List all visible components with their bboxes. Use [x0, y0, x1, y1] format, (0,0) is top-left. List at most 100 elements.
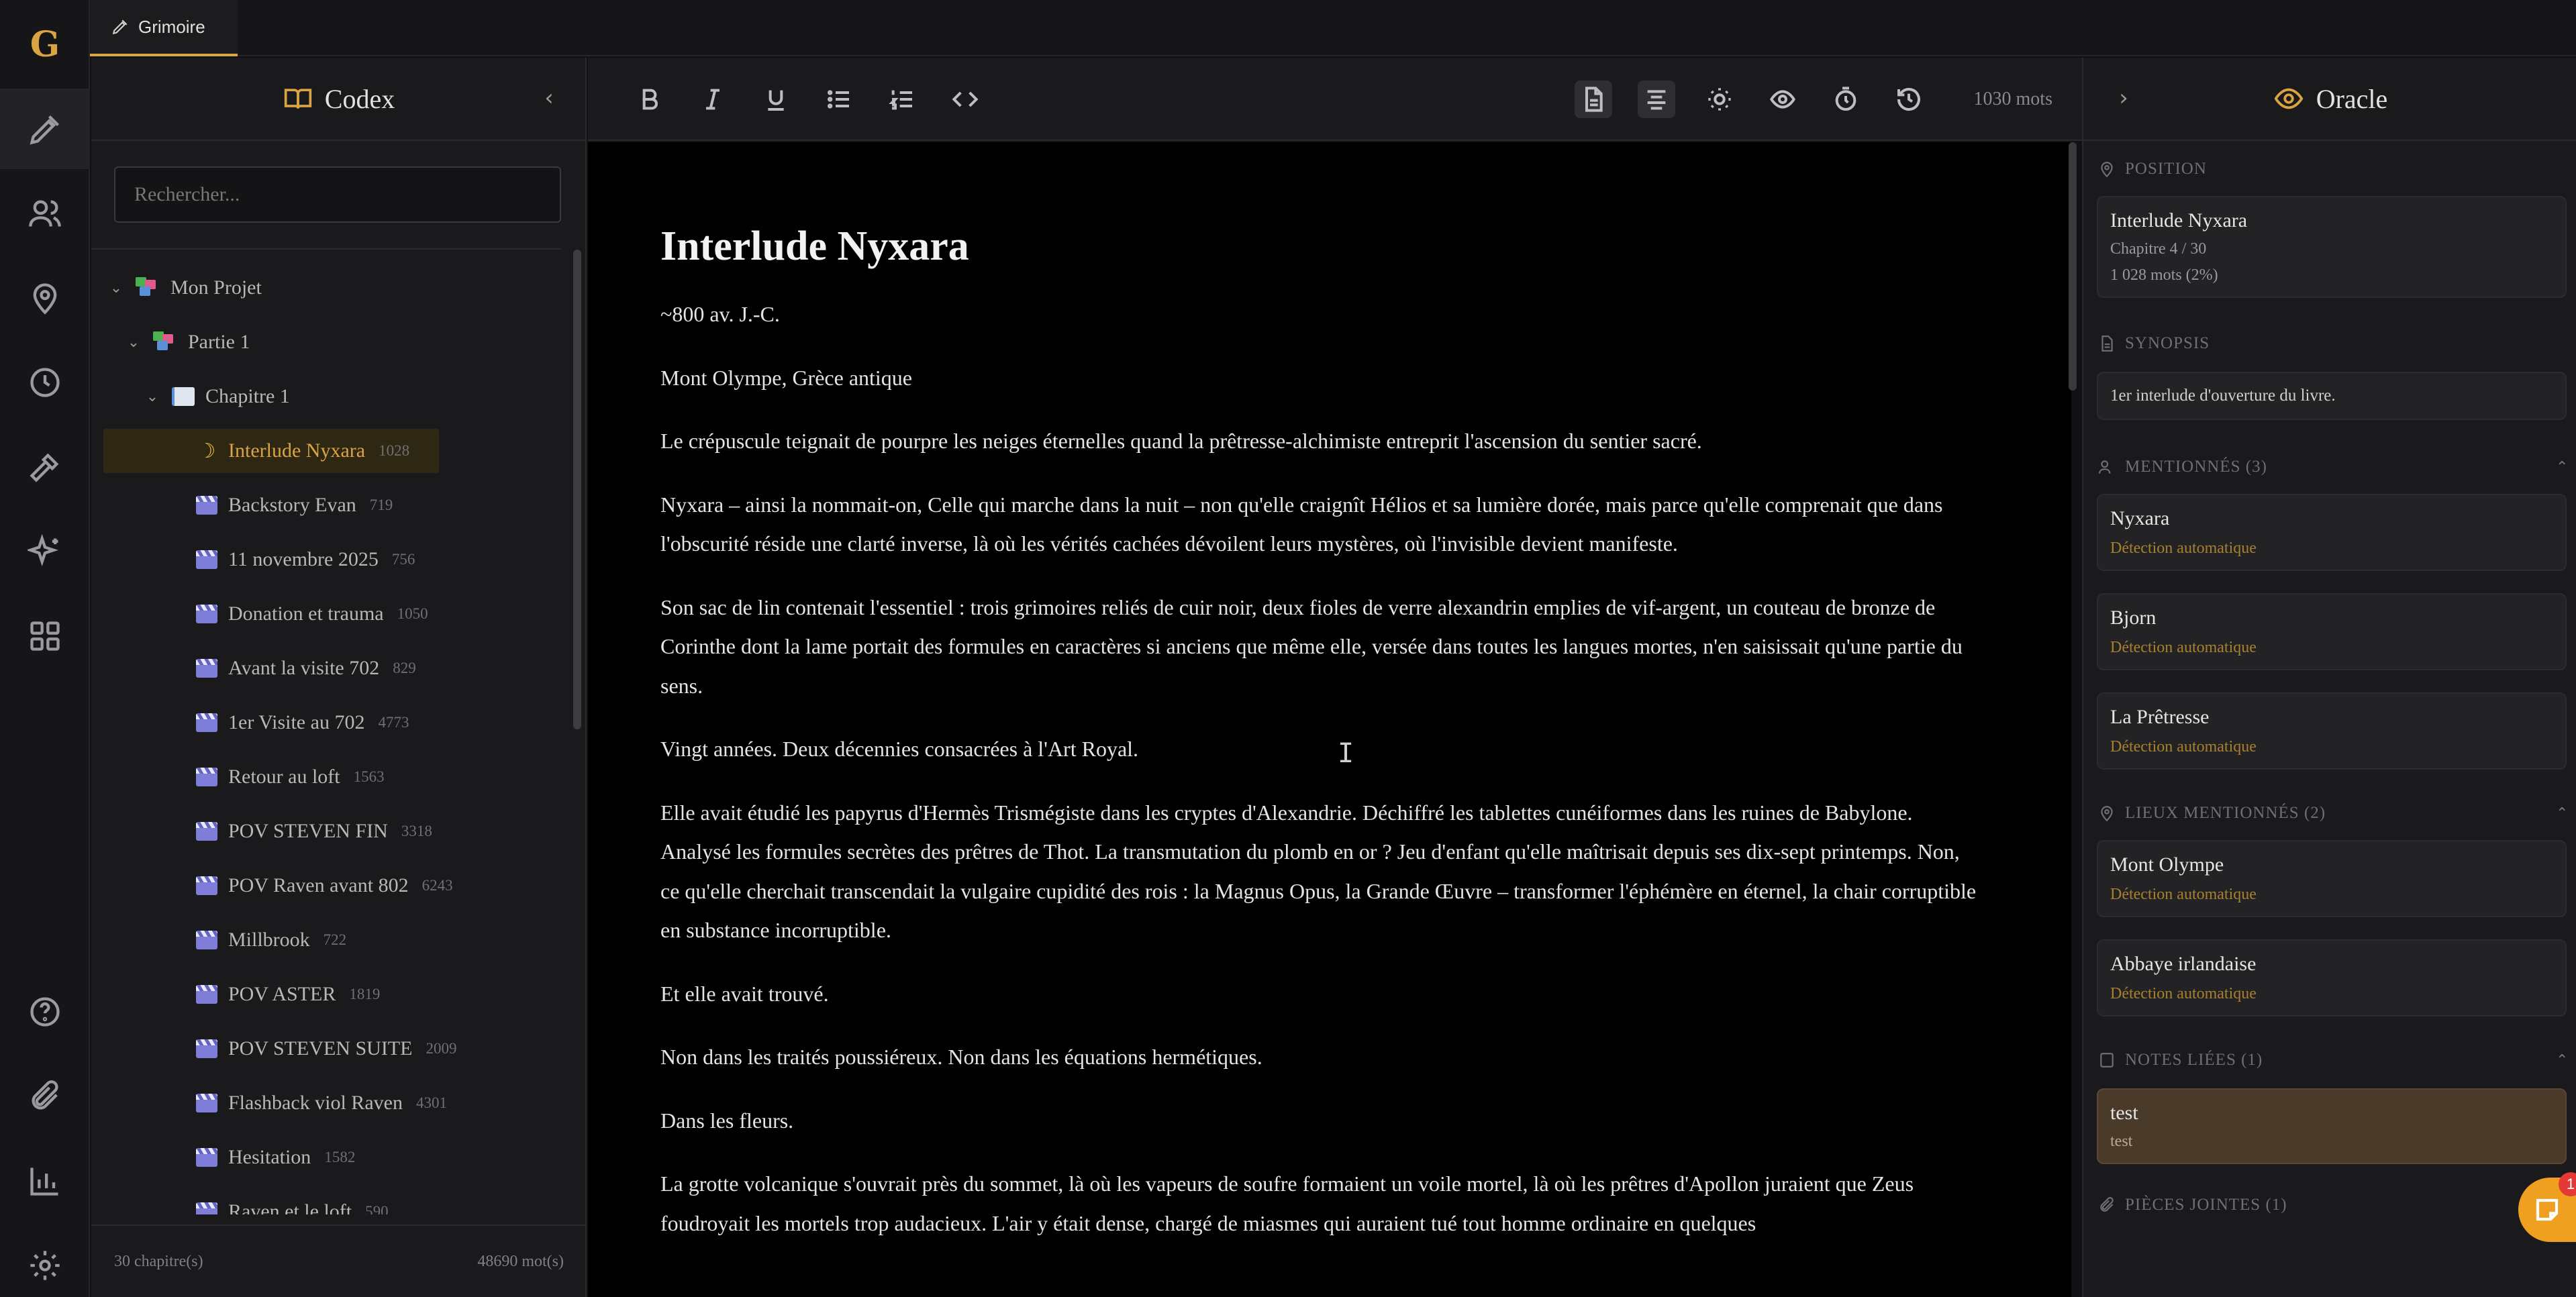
tree-item-scene[interactable]: 11 novembre 2025 756	[196, 537, 415, 582]
word-count: 4301	[415, 1094, 447, 1111]
app-logo[interactable]: G	[0, 0, 90, 90]
note-body: test	[2110, 1133, 2133, 1150]
place-card[interactable]: Mont Olympe Détection automatique	[2097, 840, 2567, 917]
paragraph[interactable]: La grotte volcanique s'ouvrait près du s…	[660, 1164, 1983, 1243]
paragraph[interactable]: Non dans les traités poussiéreux. Non da…	[660, 1037, 1983, 1077]
attachments-nav-button[interactable]	[25, 1076, 65, 1117]
paragraph[interactable]: ~800 av. J.-C.	[660, 295, 1983, 334]
document-title[interactable]: Interlude Nyxara	[660, 223, 1983, 270]
tree-item-scene[interactable]: Millbrook 722	[196, 918, 346, 962]
theme-toggle-button[interactable]	[1701, 81, 1738, 118]
tab-bar: Grimoire	[90, 0, 2576, 56]
stats-nav-button[interactable]	[25, 1161, 65, 1201]
tree-item-scene[interactable]: Donation et trauma 1050	[196, 592, 428, 636]
section-label: LIEUX MENTIONNÉS (2)	[2125, 804, 2326, 822]
hammer-icon	[30, 453, 59, 482]
mention-card[interactable]: La Prêtresse Détection automatique	[2097, 692, 2567, 770]
tree-item-scene[interactable]: POV STEVEN SUITE 2009	[196, 1027, 456, 1071]
collapse-oracle-button[interactable]: ›	[2110, 85, 2137, 111]
place-card[interactable]: Abbaye irlandaise Détection automatique	[2097, 939, 2567, 1017]
places-section-header[interactable]: LIEUX MENTIONNÉS (2) ⌃	[2098, 804, 2568, 823]
users-icon	[2099, 460, 2111, 474]
moon-icon: ☽	[197, 439, 216, 463]
tree-item-project[interactable]: ⌄ Mon Projet	[102, 266, 545, 310]
position-name: Interlude Nyxara	[2110, 209, 2248, 231]
tab-label: Grimoire	[138, 16, 205, 37]
preview-button[interactable]	[1764, 81, 1801, 118]
book-open-icon	[284, 89, 311, 109]
timer-button[interactable]	[1827, 81, 1865, 118]
place-detail: Détection automatique	[2110, 886, 2257, 903]
clapperboard-icon	[196, 550, 217, 569]
editor-scrollbar[interactable]	[2069, 142, 2077, 391]
tree-item-scene[interactable]: Hesitation 1582	[196, 1135, 355, 1180]
editor-canvas[interactable]: Interlude Nyxara ~800 av. J.-C. Mont Oly…	[588, 142, 2071, 1297]
tree-item-scene[interactable]: 1er Visite au 702 4773	[196, 701, 409, 745]
code-button[interactable]	[946, 81, 984, 118]
tools-nav-button[interactable]	[25, 447, 65, 487]
characters-nav-button[interactable]	[25, 193, 65, 234]
bullet-list-button[interactable]	[820, 81, 858, 118]
paragraph[interactable]: Et elle avait trouvé.	[660, 974, 1983, 1014]
tree-item-scene[interactable]: POV STEVEN FIN 3318	[196, 809, 432, 853]
settings-nav-button[interactable]	[25, 1245, 65, 1286]
tree-item-label: Retour au loft	[228, 766, 340, 788]
tree-item-chapter[interactable]: ⌄ Chapitre 1	[138, 374, 545, 419]
paragraph[interactable]: Le crépuscule teignait de pourpre les ne…	[660, 421, 1983, 461]
tree-item-scene[interactable]: POV ASTER 1819	[196, 972, 380, 1017]
mention-card[interactable]: Bjorn Détection automatique	[2097, 593, 2567, 670]
word-count: 590	[365, 1203, 389, 1214]
tree-item-part[interactable]: ⌄ Partie 1	[119, 320, 545, 364]
codex-scrollbar[interactable]	[573, 250, 581, 729]
numbered-list-button[interactable]	[883, 81, 921, 118]
clapperboard-icon	[196, 1039, 217, 1058]
ai-nav-button[interactable]	[25, 531, 65, 572]
tree-item-label: Hesitation	[228, 1146, 311, 1168]
apps-nav-button[interactable]	[25, 616, 65, 656]
paragraph[interactable]: Dans les fleurs.	[660, 1101, 1983, 1141]
paragraph[interactable]: Vingt années. Deux décennies consacrées …	[660, 729, 1983, 769]
paragraph[interactable]: Mont Olympe, Grèce antique	[660, 358, 1983, 398]
paragraph[interactable]: Elle avait étudié les papyrus d'Hermès T…	[660, 793, 1983, 950]
paragraph[interactable]: Son sac de lin contenait l'essentiel : t…	[660, 588, 1983, 706]
floating-notes-button[interactable]: 1	[2518, 1172, 2576, 1242]
tree-item-scene-active[interactable]: ☽ Interlude Nyxara 1028	[103, 429, 439, 473]
map-pin-icon	[2101, 806, 2113, 822]
timer-icon	[1835, 87, 1856, 111]
bold-button[interactable]	[631, 81, 668, 118]
underline-button[interactable]	[757, 81, 795, 118]
synopsis-card[interactable]: 1er interlude d'ouverture du livre.	[2097, 372, 2567, 420]
notes-section-header[interactable]: NOTES LIÉES (1) ⌃	[2098, 1051, 2568, 1070]
tree-item-scene[interactable]: Raven et le loft 590	[196, 1190, 389, 1214]
word-count: 756	[391, 551, 415, 568]
attachments-section-header[interactable]: PIÈCES JOINTES (1)	[2098, 1196, 2287, 1214]
tab-grimoire[interactable]: Grimoire	[90, 0, 238, 56]
help-nav-button[interactable]	[25, 992, 65, 1032]
document[interactable]: Interlude Nyxara ~800 av. J.-C. Mont Oly…	[660, 223, 1983, 1267]
collapse-codex-button[interactable]: ‹	[536, 85, 562, 111]
mentioned-section-header[interactable]: MENTIONNÉS (3) ⌃	[2098, 458, 2568, 476]
mention-card[interactable]: Nyxara Détection automatique	[2097, 494, 2567, 571]
italic-button[interactable]	[694, 81, 732, 118]
search-input[interactable]	[114, 166, 561, 223]
tree-item-scene[interactable]: Avant la visite 702 829	[196, 646, 416, 690]
place-name: Abbaye irlandaise	[2110, 953, 2257, 975]
align-center-button[interactable]	[1638, 81, 1675, 118]
note-card[interactable]: test test	[2097, 1088, 2567, 1164]
tree-item-scene[interactable]: POV Raven avant 802 6243	[196, 864, 453, 908]
paragraph[interactable]: Nyxara – ainsi la nommait-on, Celle qui …	[660, 485, 1983, 564]
tree-item-scene[interactable]: Backstory Evan 719	[196, 483, 393, 527]
document-mode-button[interactable]	[1575, 81, 1612, 118]
map-pin-icon	[2101, 162, 2113, 178]
tree-item-label: Interlude Nyxara	[228, 439, 366, 462]
chevron-up-icon: ⌃	[2556, 458, 2569, 476]
timeline-nav-button[interactable]	[25, 362, 65, 403]
write-nav-button[interactable]	[0, 90, 90, 169]
oracle-title: Oracle	[2316, 83, 2388, 114]
history-button[interactable]	[1890, 81, 1928, 118]
code-icon	[952, 91, 979, 107]
tree-item-scene[interactable]: Flashback viol Raven 4301	[196, 1081, 447, 1125]
tree-item-scene[interactable]: Retour au loft 1563	[196, 755, 385, 799]
places-nav-button[interactable]	[25, 278, 65, 318]
part-icon	[153, 331, 177, 353]
